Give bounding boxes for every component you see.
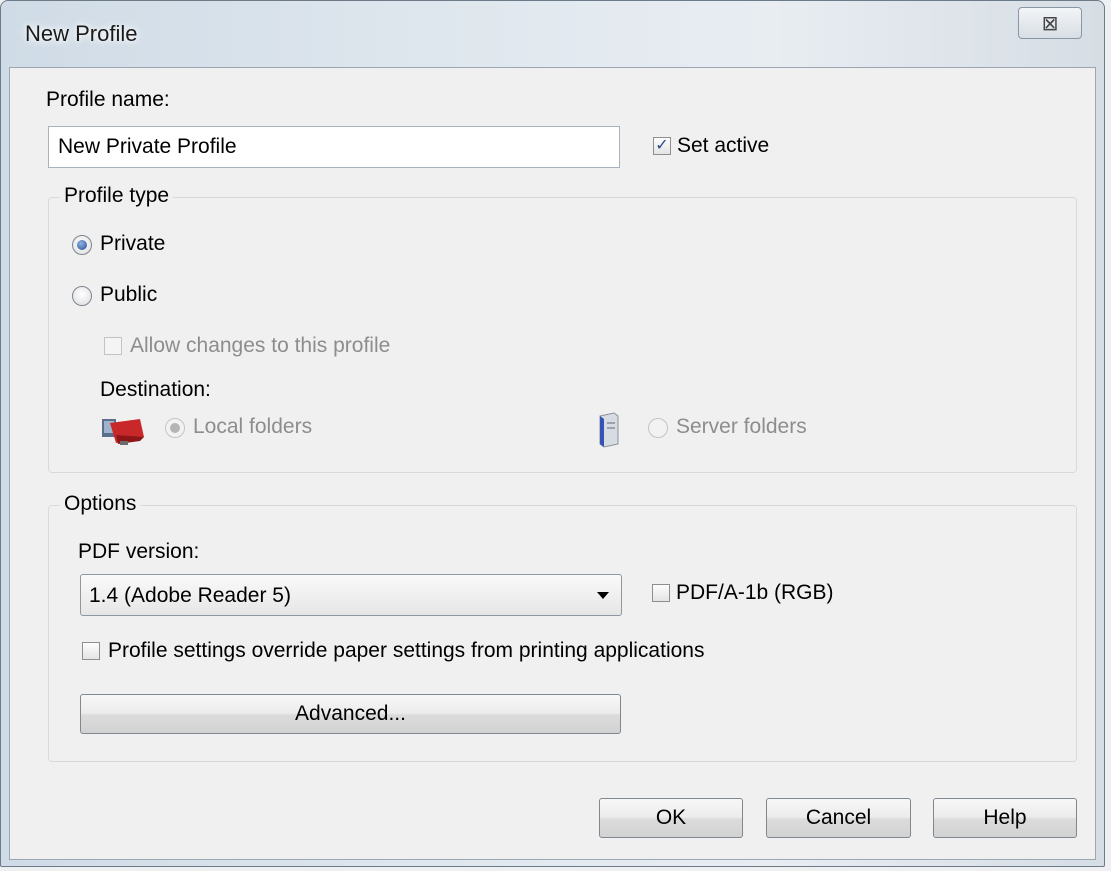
private-label: Private [100,232,166,255]
set-active-label: Set active [677,134,770,157]
advanced-button[interactable]: Advanced... [80,694,621,734]
allow-changes-checkbox[interactable] [104,337,122,355]
public-radio[interactable] [72,286,92,306]
private-radio[interactable] [72,235,92,255]
server-folders-label: Server folders [676,415,807,438]
advanced-button-label: Advanced... [295,702,406,725]
local-folders-label: Local folders [193,415,313,438]
pdfa-label: PDF/A-1b (RGB) [676,581,834,604]
ok-button-label: OK [655,806,687,829]
server-icon [596,412,620,453]
override-paper-checkbox[interactable] [82,642,100,660]
options-title: Options [60,492,141,516]
set-active-checkbox[interactable]: ✓ [653,137,671,155]
profile-name-label: Profile name: [46,88,170,111]
local-folders-icon [100,413,146,452]
cancel-button-label: Cancel [805,806,872,829]
public-label: Public [100,283,158,306]
title-bar[interactable]: New Profile ⊠ [1,1,1104,67]
pdf-version-select[interactable]: 1.4 (Adobe Reader 5) [80,574,622,616]
override-paper-label: Profile settings override paper settings… [108,639,705,662]
dialog-body: Profile name: ✓ Set active Profile type … [9,67,1096,860]
window-title: New Profile [25,21,138,46]
dropdown-arrow-icon [597,592,609,599]
close-button[interactable]: ⊠ [1018,7,1082,39]
ok-button[interactable]: OK [599,798,743,838]
allow-changes-label: Allow changes to this profile [130,334,391,357]
pdf-version-label: PDF version: [78,540,200,563]
close-icon: ⊠ [1041,12,1059,35]
local-folders-radio[interactable] [165,418,185,438]
dialog-window: New Profile ⊠ Profile name: ✓ Set active… [0,0,1105,867]
help-button-label: Help [983,806,1027,829]
server-folders-radio[interactable] [648,418,668,438]
destination-label: Destination: [100,378,211,401]
profile-type-title: Profile type [60,184,174,208]
pdf-version-value: 1.4 (Adobe Reader 5) [89,584,291,607]
help-button[interactable]: Help [933,798,1077,838]
profile-name-input[interactable] [48,126,620,168]
pdfa-checkbox[interactable] [652,584,670,602]
check-icon: ✓ [655,137,669,154]
cancel-button[interactable]: Cancel [766,798,911,838]
